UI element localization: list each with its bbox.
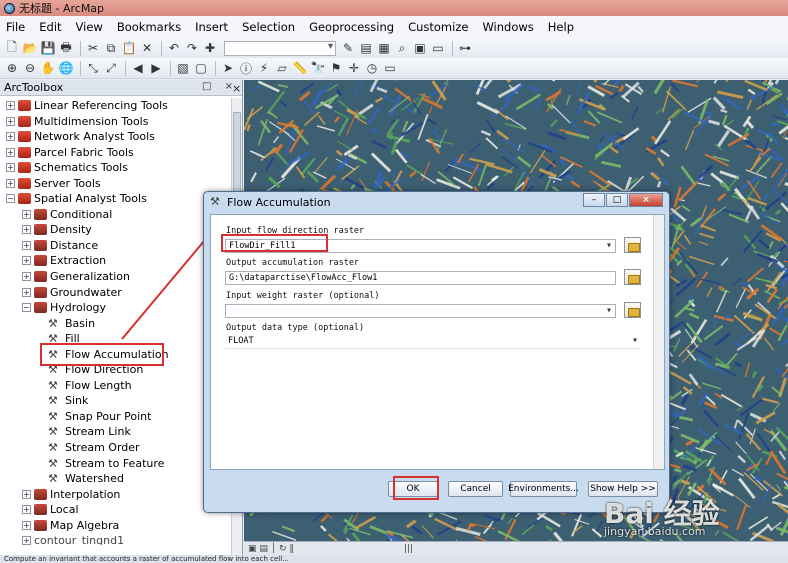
input-weight-field[interactable] <box>225 304 616 318</box>
highlight-input-field <box>221 234 328 252</box>
dialog-button-row: OK Cancel Environments... Show Help >> <box>204 476 669 503</box>
output-data-type-label: Output data type (optional) <box>226 323 365 333</box>
hammer-icon: ⚒ <box>210 195 220 208</box>
output-accumulation-label: Output accumulation raster <box>226 258 360 268</box>
dialog-scrollbar[interactable] <box>653 215 664 469</box>
watermark-url: jingyan.baidu.com <box>604 525 706 538</box>
output-data-type-select[interactable]: FLOAT <box>225 335 641 349</box>
output-accumulation-field[interactable]: G:\dataparctise\FlowAcc_Flow1 <box>225 271 616 285</box>
environments-button[interactable]: Environments... <box>508 481 579 497</box>
cancel-button[interactable]: Cancel <box>448 481 503 497</box>
highlight-ok-button <box>393 476 439 500</box>
dialog-window-controls: – □ × <box>582 193 663 207</box>
minimize-button[interactable]: – <box>583 193 605 207</box>
flow-accumulation-dialog: ⚒ Flow Accumulation – □ × Input flow dir… <box>203 191 670 513</box>
dialog-title: Flow Accumulation <box>227 195 331 209</box>
maximize-button[interactable]: □ <box>606 193 628 207</box>
browse-folder-icon[interactable] <box>624 237 641 253</box>
browse-folder-icon[interactable] <box>624 302 641 318</box>
close-button[interactable]: × <box>629 193 663 207</box>
browse-folder-icon[interactable] <box>624 269 641 285</box>
dialog-parameters-pane: Input flow direction raster FlowDir_Fill… <box>210 214 665 470</box>
input-weight-label: Input weight raster (optional) <box>226 291 380 301</box>
